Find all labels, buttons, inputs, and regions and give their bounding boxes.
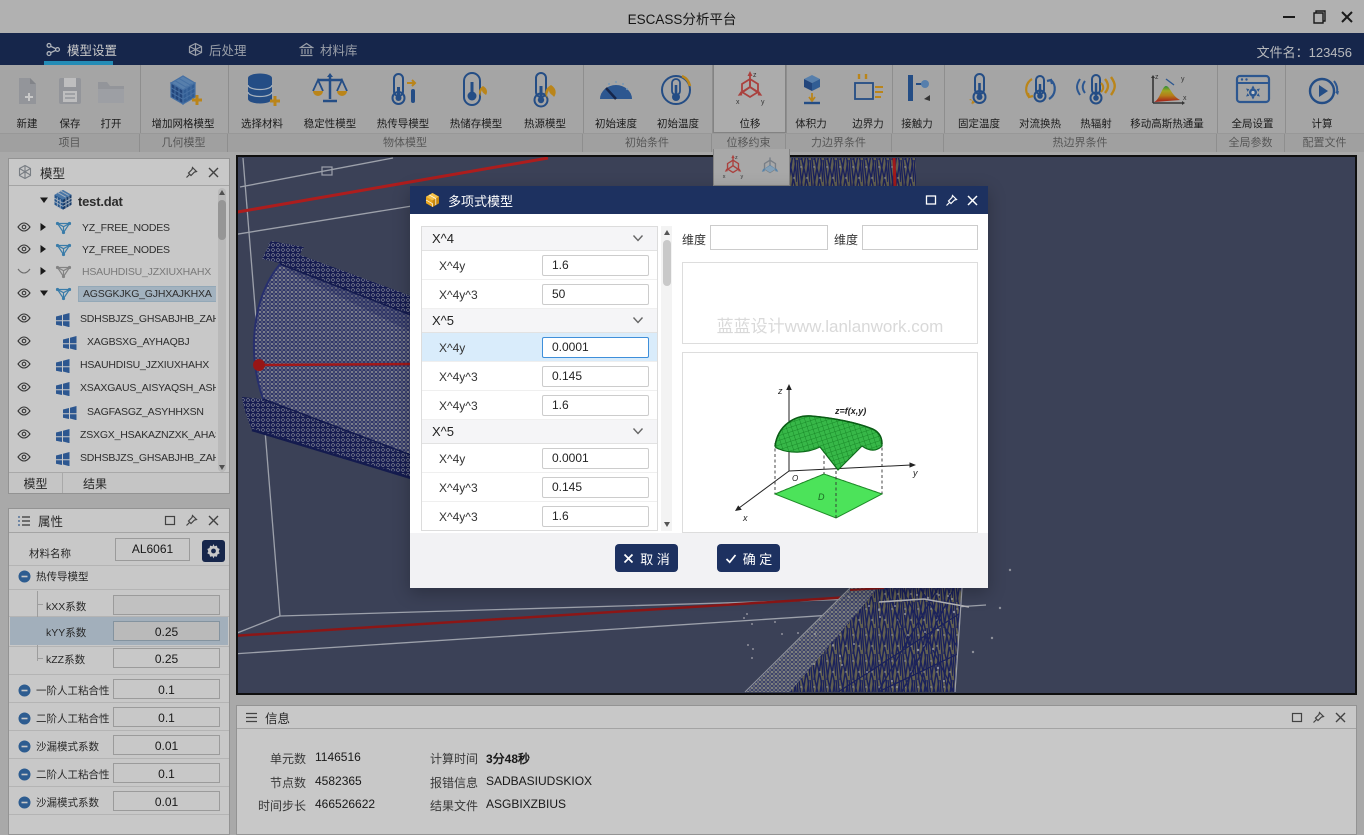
svg-text:D: D — [818, 492, 825, 502]
svg-text:y: y — [912, 468, 918, 478]
svg-text:O: O — [792, 474, 798, 483]
svg-text:z=f(x,y): z=f(x,y) — [834, 406, 866, 416]
svg-text:z: z — [777, 386, 783, 396]
svg-text:x: x — [742, 513, 748, 523]
